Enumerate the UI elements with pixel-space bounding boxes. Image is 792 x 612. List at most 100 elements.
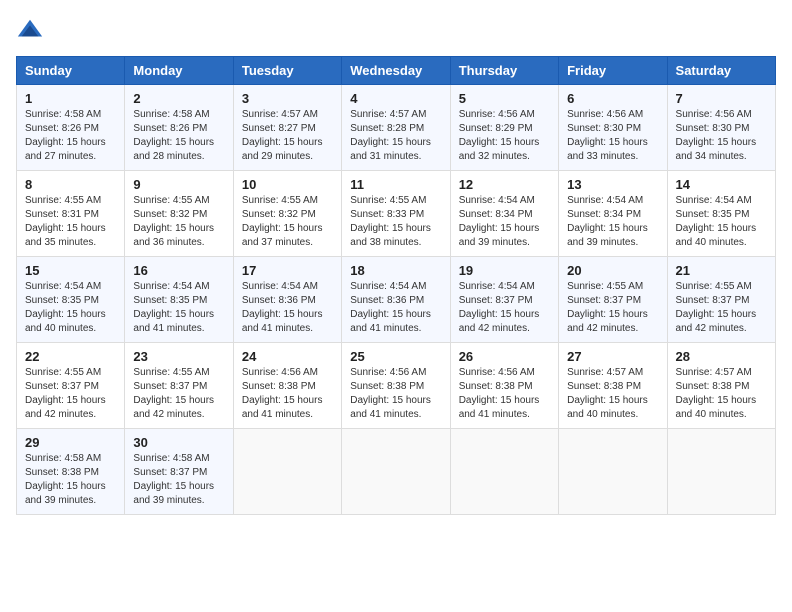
- calendar-day-cell: 24 Sunrise: 4:56 AM Sunset: 8:38 PM Dayl…: [233, 343, 341, 429]
- calendar-day-cell: 23 Sunrise: 4:55 AM Sunset: 8:37 PM Dayl…: [125, 343, 233, 429]
- day-number: 9: [133, 177, 224, 192]
- calendar-week-row: 22 Sunrise: 4:55 AM Sunset: 8:37 PM Dayl…: [17, 343, 776, 429]
- calendar-week-row: 1 Sunrise: 4:58 AM Sunset: 8:26 PM Dayli…: [17, 85, 776, 171]
- day-number: 25: [350, 349, 441, 364]
- day-info: Sunrise: 4:56 AM Sunset: 8:38 PM Dayligh…: [459, 366, 550, 422]
- day-info: Sunrise: 4:58 AM Sunset: 8:37 PM Dayligh…: [133, 452, 224, 508]
- day-number: 21: [676, 263, 767, 278]
- calendar-day-cell: 22 Sunrise: 4:55 AM Sunset: 8:37 PM Dayl…: [17, 343, 125, 429]
- day-number: 6: [567, 91, 658, 106]
- day-number: 26: [459, 349, 550, 364]
- day-info: Sunrise: 4:54 AM Sunset: 8:36 PM Dayligh…: [242, 280, 333, 336]
- calendar-day-cell: 4 Sunrise: 4:57 AM Sunset: 8:28 PM Dayli…: [342, 85, 450, 171]
- day-of-week-header: Tuesday: [233, 57, 341, 85]
- calendar-day-cell: 2 Sunrise: 4:58 AM Sunset: 8:26 PM Dayli…: [125, 85, 233, 171]
- calendar-day-cell: 30 Sunrise: 4:58 AM Sunset: 8:37 PM Dayl…: [125, 429, 233, 515]
- day-number: 15: [25, 263, 116, 278]
- day-number: 10: [242, 177, 333, 192]
- day-number: 18: [350, 263, 441, 278]
- calendar-week-row: 8 Sunrise: 4:55 AM Sunset: 8:31 PM Dayli…: [17, 171, 776, 257]
- day-info: Sunrise: 4:58 AM Sunset: 8:38 PM Dayligh…: [25, 452, 116, 508]
- page-header: [16, 16, 776, 44]
- day-info: Sunrise: 4:56 AM Sunset: 8:30 PM Dayligh…: [567, 108, 658, 164]
- day-info: Sunrise: 4:56 AM Sunset: 8:38 PM Dayligh…: [350, 366, 441, 422]
- calendar-week-row: 15 Sunrise: 4:54 AM Sunset: 8:35 PM Dayl…: [17, 257, 776, 343]
- calendar-day-cell: 28 Sunrise: 4:57 AM Sunset: 8:38 PM Dayl…: [667, 343, 775, 429]
- day-number: 19: [459, 263, 550, 278]
- day-info: Sunrise: 4:54 AM Sunset: 8:35 PM Dayligh…: [25, 280, 116, 336]
- calendar-day-cell: 25 Sunrise: 4:56 AM Sunset: 8:38 PM Dayl…: [342, 343, 450, 429]
- day-info: Sunrise: 4:56 AM Sunset: 8:38 PM Dayligh…: [242, 366, 333, 422]
- day-info: Sunrise: 4:55 AM Sunset: 8:37 PM Dayligh…: [567, 280, 658, 336]
- calendar-day-cell: 3 Sunrise: 4:57 AM Sunset: 8:27 PM Dayli…: [233, 85, 341, 171]
- calendar-header: SundayMondayTuesdayWednesdayThursdayFrid…: [17, 57, 776, 85]
- day-number: 4: [350, 91, 441, 106]
- day-number: 5: [459, 91, 550, 106]
- calendar-day-cell: 14 Sunrise: 4:54 AM Sunset: 8:35 PM Dayl…: [667, 171, 775, 257]
- calendar-day-cell: 16 Sunrise: 4:54 AM Sunset: 8:35 PM Dayl…: [125, 257, 233, 343]
- day-number: 1: [25, 91, 116, 106]
- day-info: Sunrise: 4:57 AM Sunset: 8:27 PM Dayligh…: [242, 108, 333, 164]
- day-info: Sunrise: 4:55 AM Sunset: 8:37 PM Dayligh…: [133, 366, 224, 422]
- day-info: Sunrise: 4:55 AM Sunset: 8:32 PM Dayligh…: [133, 194, 224, 250]
- calendar-body: 1 Sunrise: 4:58 AM Sunset: 8:26 PM Dayli…: [17, 85, 776, 515]
- day-number: 12: [459, 177, 550, 192]
- day-number: 3: [242, 91, 333, 106]
- day-info: Sunrise: 4:54 AM Sunset: 8:34 PM Dayligh…: [459, 194, 550, 250]
- day-of-week-header: Sunday: [17, 57, 125, 85]
- logo: [16, 16, 48, 44]
- calendar-day-cell: 27 Sunrise: 4:57 AM Sunset: 8:38 PM Dayl…: [559, 343, 667, 429]
- calendar-day-cell: 20 Sunrise: 4:55 AM Sunset: 8:37 PM Dayl…: [559, 257, 667, 343]
- day-info: Sunrise: 4:54 AM Sunset: 8:35 PM Dayligh…: [676, 194, 767, 250]
- day-number: 22: [25, 349, 116, 364]
- day-info: Sunrise: 4:54 AM Sunset: 8:37 PM Dayligh…: [459, 280, 550, 336]
- calendar-day-cell: [342, 429, 450, 515]
- day-number: 16: [133, 263, 224, 278]
- day-info: Sunrise: 4:54 AM Sunset: 8:35 PM Dayligh…: [133, 280, 224, 336]
- calendar-day-cell: 1 Sunrise: 4:58 AM Sunset: 8:26 PM Dayli…: [17, 85, 125, 171]
- day-info: Sunrise: 4:56 AM Sunset: 8:29 PM Dayligh…: [459, 108, 550, 164]
- calendar-day-cell: 17 Sunrise: 4:54 AM Sunset: 8:36 PM Dayl…: [233, 257, 341, 343]
- days-of-week-row: SundayMondayTuesdayWednesdayThursdayFrid…: [17, 57, 776, 85]
- day-info: Sunrise: 4:54 AM Sunset: 8:36 PM Dayligh…: [350, 280, 441, 336]
- calendar-day-cell: 6 Sunrise: 4:56 AM Sunset: 8:30 PM Dayli…: [559, 85, 667, 171]
- day-info: Sunrise: 4:57 AM Sunset: 8:38 PM Dayligh…: [676, 366, 767, 422]
- day-number: 30: [133, 435, 224, 450]
- day-number: 17: [242, 263, 333, 278]
- day-number: 7: [676, 91, 767, 106]
- calendar-table: SundayMondayTuesdayWednesdayThursdayFrid…: [16, 56, 776, 515]
- day-info: Sunrise: 4:57 AM Sunset: 8:28 PM Dayligh…: [350, 108, 441, 164]
- day-info: Sunrise: 4:55 AM Sunset: 8:32 PM Dayligh…: [242, 194, 333, 250]
- day-of-week-header: Monday: [125, 57, 233, 85]
- day-info: Sunrise: 4:58 AM Sunset: 8:26 PM Dayligh…: [133, 108, 224, 164]
- day-info: Sunrise: 4:57 AM Sunset: 8:38 PM Dayligh…: [567, 366, 658, 422]
- day-of-week-header: Friday: [559, 57, 667, 85]
- calendar-day-cell: [667, 429, 775, 515]
- day-number: 20: [567, 263, 658, 278]
- calendar-day-cell: 8 Sunrise: 4:55 AM Sunset: 8:31 PM Dayli…: [17, 171, 125, 257]
- calendar-day-cell: 21 Sunrise: 4:55 AM Sunset: 8:37 PM Dayl…: [667, 257, 775, 343]
- calendar-week-row: 29 Sunrise: 4:58 AM Sunset: 8:38 PM Dayl…: [17, 429, 776, 515]
- calendar-day-cell: 12 Sunrise: 4:54 AM Sunset: 8:34 PM Dayl…: [450, 171, 558, 257]
- calendar-day-cell: [233, 429, 341, 515]
- day-of-week-header: Thursday: [450, 57, 558, 85]
- day-info: Sunrise: 4:55 AM Sunset: 8:37 PM Dayligh…: [25, 366, 116, 422]
- calendar-day-cell: 19 Sunrise: 4:54 AM Sunset: 8:37 PM Dayl…: [450, 257, 558, 343]
- logo-icon: [16, 16, 44, 44]
- calendar-day-cell: 18 Sunrise: 4:54 AM Sunset: 8:36 PM Dayl…: [342, 257, 450, 343]
- day-number: 13: [567, 177, 658, 192]
- calendar-day-cell: 13 Sunrise: 4:54 AM Sunset: 8:34 PM Dayl…: [559, 171, 667, 257]
- calendar-day-cell: 29 Sunrise: 4:58 AM Sunset: 8:38 PM Dayl…: [17, 429, 125, 515]
- day-info: Sunrise: 4:58 AM Sunset: 8:26 PM Dayligh…: [25, 108, 116, 164]
- day-number: 2: [133, 91, 224, 106]
- calendar-day-cell: [450, 429, 558, 515]
- calendar-day-cell: 11 Sunrise: 4:55 AM Sunset: 8:33 PM Dayl…: [342, 171, 450, 257]
- calendar-day-cell: 5 Sunrise: 4:56 AM Sunset: 8:29 PM Dayli…: [450, 85, 558, 171]
- day-info: Sunrise: 4:54 AM Sunset: 8:34 PM Dayligh…: [567, 194, 658, 250]
- day-of-week-header: Saturday: [667, 57, 775, 85]
- calendar-day-cell: 7 Sunrise: 4:56 AM Sunset: 8:30 PM Dayli…: [667, 85, 775, 171]
- day-info: Sunrise: 4:55 AM Sunset: 8:31 PM Dayligh…: [25, 194, 116, 250]
- calendar-day-cell: 10 Sunrise: 4:55 AM Sunset: 8:32 PM Dayl…: [233, 171, 341, 257]
- day-info: Sunrise: 4:55 AM Sunset: 8:33 PM Dayligh…: [350, 194, 441, 250]
- day-number: 29: [25, 435, 116, 450]
